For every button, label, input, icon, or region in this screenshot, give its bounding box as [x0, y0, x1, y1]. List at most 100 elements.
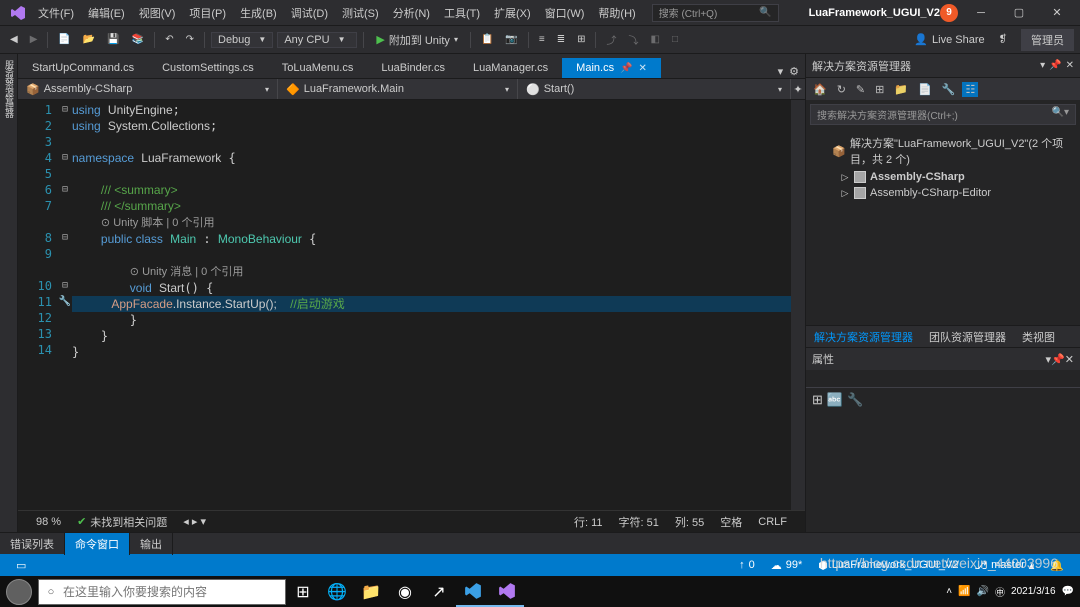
- pen-icon[interactable]: ✎: [853, 82, 868, 97]
- tab-output[interactable]: 输出: [130, 533, 173, 555]
- windows-search-input[interactable]: ○: [38, 579, 286, 605]
- toolbar-icon-5[interactable]: ⊞: [573, 32, 589, 47]
- share-icon[interactable]: ↗: [422, 576, 456, 607]
- toolbar-icon-2[interactable]: 📷: [501, 32, 521, 47]
- windows-search-field[interactable]: [63, 585, 285, 599]
- menu-project[interactable]: 项目(P): [183, 2, 232, 24]
- menu-test[interactable]: 测试(S): [336, 2, 385, 24]
- tab-luabinder[interactable]: LuaBinder.cs: [367, 58, 459, 78]
- menu-window[interactable]: 窗口(W): [539, 2, 591, 24]
- code-editor[interactable]: 1234567891011121314 ⊟⊟⊟⊟⊟🔧 using UnityEn…: [18, 100, 805, 510]
- admin-button[interactable]: 管理员: [1021, 29, 1074, 51]
- menu-edit[interactable]: 编辑(E): [82, 2, 131, 24]
- user-avatar-start[interactable]: [0, 579, 38, 605]
- toolbar-icon-8[interactable]: ◧: [646, 32, 663, 47]
- open-file-icon[interactable]: 📂: [79, 32, 99, 47]
- tab-class-view[interactable]: 类视图: [1014, 326, 1063, 347]
- menu-help[interactable]: 帮助(H): [592, 2, 641, 24]
- feedback-icon[interactable]: ❡: [995, 32, 1011, 47]
- categorize-icon[interactable]: ⊞: [812, 392, 823, 408]
- tab-startupcommand[interactable]: StartUpCommand.cs: [18, 58, 148, 78]
- chrome-icon[interactable]: ◉: [388, 576, 422, 607]
- solution-root[interactable]: 📦 解决方案"LuaFramework_UGUI_V2"(2 个项目，共 2 个…: [806, 133, 1080, 169]
- preview-icon[interactable]: ☷: [962, 82, 978, 97]
- panel-close-icon[interactable]: ✕: [1066, 60, 1074, 71]
- user-avatar[interactable]: 9: [940, 4, 958, 22]
- tray-date[interactable]: 2021/3/16: [1011, 586, 1056, 597]
- toolbar-icon-9[interactable]: □: [668, 32, 682, 47]
- collapse-icon[interactable]: ⊞: [872, 82, 887, 97]
- tab-toluamenu[interactable]: ToLuaMenu.cs: [268, 58, 368, 78]
- menu-tools[interactable]: 工具(T): [438, 2, 486, 24]
- tab-luamanager[interactable]: LuaManager.cs: [459, 58, 562, 78]
- toolbar-icon-7[interactable]: ⤵: [624, 30, 642, 49]
- edge-icon[interactable]: 🌐: [320, 576, 354, 607]
- save-icon[interactable]: 💾: [103, 32, 123, 47]
- sync-icon[interactable]: ↻: [834, 82, 849, 97]
- quick-search-input[interactable]: 搜索 (Ctrl+Q) 🔍: [652, 4, 779, 22]
- menu-view[interactable]: 视图(V): [133, 2, 182, 24]
- new-project-icon[interactable]: 📄: [54, 32, 74, 47]
- nav-arrows[interactable]: ◂ ▸ ▾: [175, 515, 214, 528]
- code-content[interactable]: using UnityEngine; using System.Collecti…: [72, 100, 791, 510]
- status-project[interactable]: ⬢ LuaFramework_UGUI_V2: [810, 559, 966, 572]
- fold-gutter[interactable]: ⊟⊟⊟⊟⊟🔧: [58, 100, 72, 510]
- tray-up-icon[interactable]: ˄: [946, 586, 952, 597]
- save-all-icon[interactable]: 📚: [128, 32, 148, 47]
- scrollbar[interactable]: [791, 100, 805, 510]
- tab-team-explorer[interactable]: 团队资源管理器: [921, 326, 1014, 347]
- nav-fwd-button[interactable]: ▶: [26, 32, 42, 47]
- toolbar-icon-4[interactable]: ≣: [553, 32, 569, 47]
- nav-member[interactable]: ⚪ Start()▾: [518, 79, 791, 99]
- panel-pin-icon[interactable]: 📌: [1049, 60, 1061, 71]
- maximize-button[interactable]: ▢: [1004, 3, 1034, 23]
- tray-ime-icon[interactable]: ㊥: [995, 584, 1005, 599]
- live-share-button[interactable]: 👤 Live Share: [914, 33, 984, 46]
- pin-icon[interactable]: 📌: [620, 63, 632, 74]
- platform-select[interactable]: Any CPU▼: [277, 32, 357, 48]
- menu-debug[interactable]: 调试(D): [285, 2, 334, 24]
- solution-search-input[interactable]: 搜索解决方案资源管理器(Ctrl+;)🔍▾: [810, 104, 1076, 125]
- refresh-icon[interactable]: 📄: [915, 82, 935, 97]
- redo-icon[interactable]: ↷: [182, 32, 198, 47]
- tray-notif-icon[interactable]: 💬: [1062, 586, 1074, 597]
- status-cloud[interactable]: ☁ 99*: [763, 559, 811, 572]
- server-explorer-tab[interactable]: 服务器资源管理器: [0, 54, 18, 532]
- status-publish[interactable]: ↑ 0: [731, 559, 763, 572]
- minimize-button[interactable]: ─: [966, 3, 996, 23]
- prop-close-icon[interactable]: ✕: [1065, 354, 1074, 366]
- nav-back-button[interactable]: ◀: [6, 32, 22, 47]
- close-button[interactable]: ✕: [1042, 3, 1072, 23]
- menu-analyze[interactable]: 分析(N): [387, 2, 436, 24]
- tab-solution-explorer[interactable]: 解决方案资源管理器: [806, 326, 921, 347]
- menu-build[interactable]: 生成(B): [234, 2, 283, 24]
- project-assembly-csharp-editor[interactable]: ▷ Assembly-CSharp-Editor: [806, 185, 1080, 201]
- toolbar-icon-1[interactable]: 📋: [477, 32, 497, 47]
- prop-pin-icon[interactable]: 📌: [1051, 354, 1065, 366]
- project-assembly-csharp[interactable]: ▷ Assembly-CSharp: [806, 169, 1080, 185]
- panel-dropdown-icon[interactable]: ▾: [1040, 60, 1045, 71]
- task-view-icon[interactable]: ⊞: [286, 576, 320, 607]
- menu-file[interactable]: 文件(F): [32, 2, 80, 24]
- run-button[interactable]: ▶附加到 Unity▾: [370, 30, 464, 50]
- nav-class[interactable]: 🔶 LuaFramework.Main▾: [278, 79, 518, 99]
- home-icon[interactable]: 🏠: [810, 82, 830, 97]
- alpha-sort-icon[interactable]: 🔤: [827, 392, 843, 408]
- config-select[interactable]: Debug▼: [211, 32, 273, 48]
- tab-main[interactable]: Main.cs📌✕: [562, 58, 661, 78]
- nav-split-icon[interactable]: ✦: [791, 83, 805, 96]
- nav-scope[interactable]: 📦 Assembly-CSharp▾: [18, 79, 278, 99]
- vscode-icon[interactable]: [456, 576, 490, 607]
- undo-icon[interactable]: ↶: [161, 32, 177, 47]
- tab-customsettings[interactable]: CustomSettings.cs: [148, 58, 268, 78]
- explorer-icon[interactable]: 📁: [354, 576, 388, 607]
- menu-extensions[interactable]: 扩展(X): [488, 2, 537, 24]
- tab-command-window[interactable]: 命令窗口: [65, 533, 130, 555]
- tab-settings-icon[interactable]: ⚙: [789, 65, 799, 78]
- prop-page-icon[interactable]: 🔧: [847, 392, 863, 408]
- tray-vol-icon[interactable]: 🔊: [977, 586, 989, 597]
- toolbar-icon-3[interactable]: ≡: [535, 32, 549, 47]
- tab-overflow-icon[interactable]: ▾: [778, 65, 784, 78]
- properties-icon[interactable]: 🔧: [939, 82, 959, 97]
- status-branch[interactable]: ⎇ master ▴: [966, 559, 1042, 572]
